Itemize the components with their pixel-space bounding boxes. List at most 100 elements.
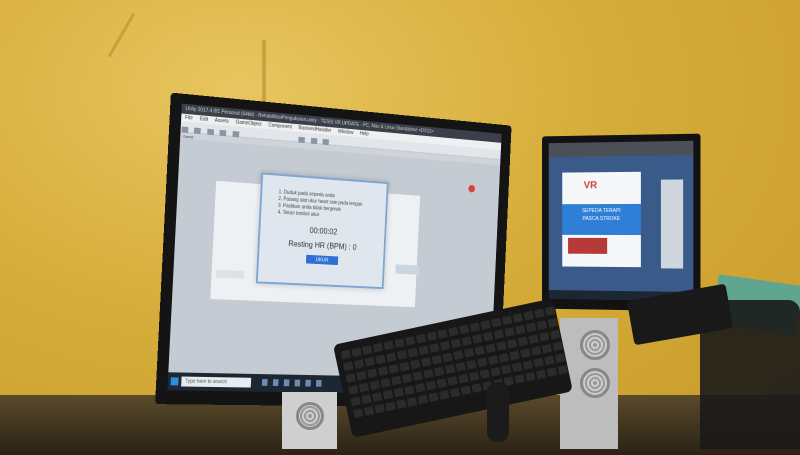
keyboard-key[interactable]	[367, 368, 378, 379]
keyboard-key[interactable]	[506, 338, 518, 349]
keyboard-key[interactable]	[546, 367, 558, 377]
keyboard-key[interactable]	[386, 352, 397, 362]
keyboard-key[interactable]	[410, 359, 421, 370]
keyboard-key[interactable]	[418, 345, 429, 356]
move-tool-icon[interactable]	[194, 127, 202, 135]
keyboard-key[interactable]	[380, 378, 391, 388]
keyboard-key[interactable]	[362, 345, 373, 355]
keyboard-key[interactable]	[399, 361, 410, 372]
keyboard-key[interactable]	[348, 384, 359, 395]
keyboard-key[interactable]	[388, 364, 400, 374]
keyboard-key[interactable]	[385, 401, 396, 412]
keyboard-key[interactable]	[517, 336, 529, 347]
keyboard-key[interactable]	[439, 390, 450, 400]
keyboard-key[interactable]	[509, 350, 520, 361]
keyboard-key[interactable]	[450, 338, 462, 349]
keyboard-key[interactable]	[554, 353, 566, 363]
unity-icon[interactable]	[305, 379, 311, 387]
keyboard-key[interactable]	[417, 394, 429, 405]
keyboard-key[interactable]	[458, 373, 469, 384]
mouse[interactable]	[487, 382, 509, 442]
keyboard-key[interactable]	[356, 370, 367, 381]
close-icon[interactable]	[468, 184, 476, 193]
keyboard-key[interactable]	[396, 350, 408, 360]
keyboard-key[interactable]	[458, 324, 470, 335]
keyboard-key[interactable]	[468, 371, 480, 382]
play-icon[interactable]	[298, 136, 306, 144]
keyboard-key[interactable]	[442, 352, 453, 363]
keyboard-key[interactable]	[372, 392, 383, 402]
keyboard-key[interactable]	[523, 310, 534, 321]
keyboard-key[interactable]	[460, 385, 472, 396]
keyboard-key[interactable]	[511, 362, 523, 373]
keyboard-key[interactable]	[396, 399, 407, 409]
keyboard-key[interactable]	[474, 345, 486, 356]
keyboard-key[interactable]	[434, 366, 445, 377]
keyboard-key[interactable]	[466, 359, 477, 370]
keyboard-key[interactable]	[541, 343, 553, 354]
keyboard-key[interactable]	[501, 364, 512, 375]
keyboard-key[interactable]	[453, 350, 464, 361]
keyboard-key[interactable]	[429, 343, 440, 353]
keyboard-key[interactable]	[498, 352, 510, 363]
keyboard-key[interactable]	[544, 355, 555, 366]
keyboard-key[interactable]	[449, 387, 461, 398]
folder-icon[interactable]	[283, 379, 290, 387]
keyboard-key[interactable]	[534, 308, 545, 319]
keyboard-key[interactable]	[423, 368, 434, 379]
keyboard-key[interactable]	[420, 357, 432, 367]
keyboard-key[interactable]	[496, 341, 507, 351]
keyboard-key[interactable]	[469, 322, 481, 332]
keyboard-key[interactable]	[375, 354, 386, 365]
keyboard-key[interactable]	[340, 349, 351, 360]
keyboard-key[interactable]	[363, 406, 375, 416]
keyboard-key[interactable]	[401, 373, 413, 384]
keyboard-key[interactable]	[557, 364, 568, 375]
keyboard-key[interactable]	[425, 380, 437, 391]
keyboard-key[interactable]	[482, 331, 494, 342]
keyboard-key[interactable]	[404, 385, 415, 395]
keyboard-key[interactable]	[549, 329, 561, 340]
keyboard-key[interactable]	[426, 331, 438, 342]
keyboard-key[interactable]	[353, 359, 365, 369]
windows-start-icon[interactable]	[170, 377, 179, 386]
keyboard-key[interactable]	[353, 408, 364, 419]
keyboard-key[interactable]	[480, 319, 491, 330]
keyboard-key[interactable]	[436, 378, 448, 389]
keyboard-key[interactable]	[343, 361, 354, 372]
keyboard-key[interactable]	[405, 335, 416, 346]
keyboard-key[interactable]	[431, 354, 443, 365]
task-view-icon[interactable]	[261, 378, 268, 386]
keyboard-key[interactable]	[364, 356, 376, 367]
keyboard-key[interactable]	[528, 334, 539, 344]
keyboard-key[interactable]	[487, 355, 499, 365]
keyboard-key[interactable]	[361, 394, 372, 405]
keyboard-key[interactable]	[358, 382, 370, 393]
keyboard-key[interactable]	[439, 340, 451, 351]
keyboard-key[interactable]	[471, 383, 482, 393]
keyboard-key[interactable]	[530, 346, 542, 356]
keyboard-key[interactable]	[520, 348, 531, 359]
keyboard-key[interactable]	[472, 333, 483, 344]
keyboard-key[interactable]	[512, 313, 524, 323]
keyboard-key[interactable]	[544, 306, 556, 316]
keyboard-key[interactable]	[463, 348, 475, 358]
keyboard-key[interactable]	[383, 340, 395, 351]
keyboard-key[interactable]	[547, 317, 558, 328]
app-icon[interactable]	[315, 379, 322, 387]
keyboard-key[interactable]	[455, 362, 467, 372]
keyboard-key[interactable]	[428, 392, 439, 403]
keyboard-key[interactable]	[477, 357, 488, 368]
step-icon[interactable]	[322, 138, 330, 146]
keyboard-key[interactable]	[372, 342, 384, 353]
keyboard-key[interactable]	[447, 376, 458, 386]
keyboard-key[interactable]	[490, 366, 501, 377]
keyboard-key[interactable]	[448, 326, 459, 337]
keyboard-key[interactable]	[350, 396, 361, 407]
keyboard-key[interactable]	[437, 329, 448, 339]
keyboard-key[interactable]	[535, 369, 547, 380]
keyboard-key[interactable]	[391, 375, 402, 386]
keyboard-key[interactable]	[522, 360, 534, 370]
keyboard-key[interactable]	[345, 373, 356, 383]
pause-icon[interactable]	[310, 137, 318, 145]
